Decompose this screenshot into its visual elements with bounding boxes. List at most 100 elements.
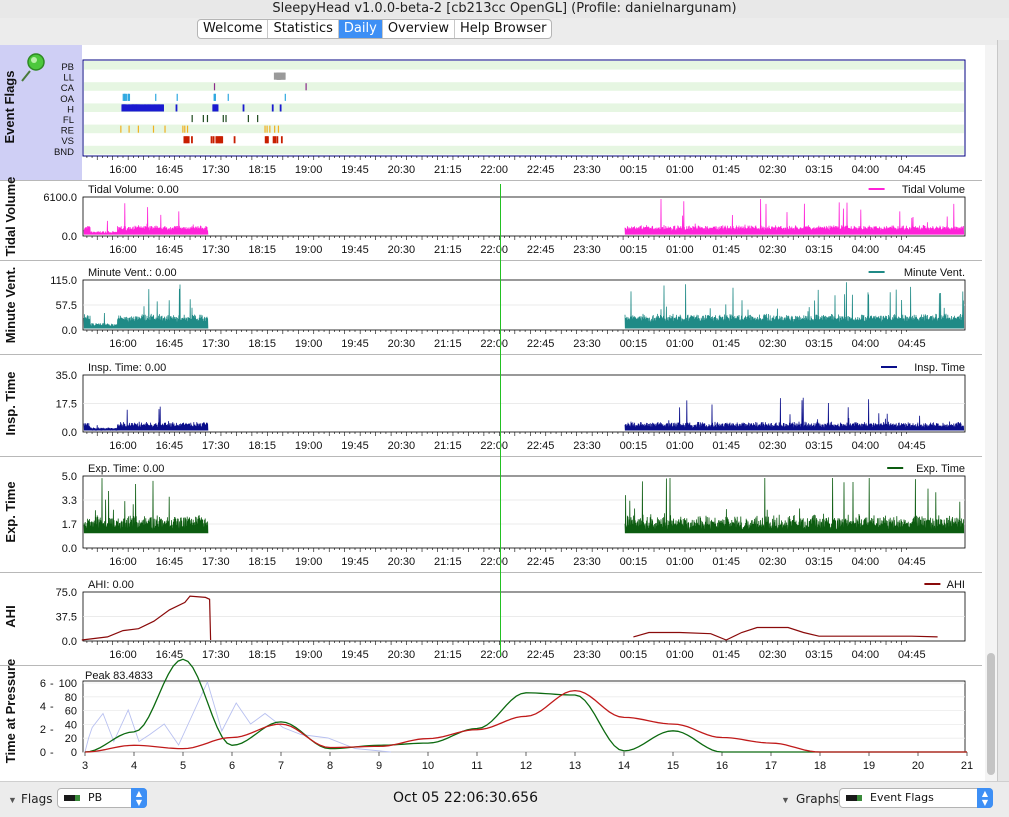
y-tick-label: 0.0 — [62, 543, 77, 555]
time-tick-label: 01:45 — [712, 649, 740, 661]
time-tick-label: 03:15 — [805, 164, 833, 176]
graphs-select[interactable]: Event Flags ▲ ▼ — [839, 788, 993, 808]
time-tick-label: 20:30 — [388, 164, 416, 176]
time-tick-label: 23:30 — [573, 338, 601, 350]
flags-disclosure-icon[interactable]: ▼ — [8, 795, 17, 805]
side-panel-edge[interactable] — [997, 40, 1009, 785]
flag-label-fl: FL — [63, 115, 74, 126]
time-tick-label: 22:00 — [480, 338, 508, 350]
time-tick-label: 18:15 — [248, 164, 276, 176]
graphs-canvas[interactable]: Event Flags PBLLCAOAHFLREVSBND 16:00 16:4… — [0, 45, 985, 781]
event-flag-re — [182, 125, 184, 133]
time-tick-label: 03:15 — [805, 244, 833, 256]
time-tick-label: 04:00 — [852, 440, 880, 452]
event-flag-h — [279, 104, 282, 112]
time-tick-label: 16:45 — [156, 556, 184, 568]
time-tick-label: 22:45 — [527, 338, 555, 350]
flag-row-band — [84, 124, 964, 134]
time-tick-label: 23:30 — [573, 440, 601, 452]
panel-insp: Insp. Time Insp. Time: 0.00 Insp. Time 35.0… — [0, 362, 982, 457]
event-flag-fl — [247, 115, 249, 123]
time-tick-label: 00:15 — [620, 338, 648, 350]
time-tick-label: 16:00 — [109, 164, 137, 176]
time-tick-label: 19:45 — [341, 649, 369, 661]
event-flag-re — [184, 125, 186, 133]
time-tick-label: 04:45 — [898, 556, 926, 568]
y-tick-label: 0.0 — [62, 325, 77, 337]
time-tick-label: 18:15 — [248, 440, 276, 452]
time-tick-label: 03:15 — [805, 649, 833, 661]
time-tick-label: 21:15 — [434, 440, 462, 452]
event-flag-oa — [124, 93, 126, 101]
time-tick-label: 18:15 — [248, 649, 276, 661]
pressure-left-tick: 4 — [40, 701, 46, 713]
pressure-x-tick-label: 11 — [471, 760, 482, 772]
time-tick-label: 00:15 — [620, 556, 648, 568]
event-flag-oa — [125, 93, 127, 101]
time-tick-label: 22:00 — [480, 440, 508, 452]
time-tick-label: 01:00 — [666, 556, 694, 568]
pressure-x-tick-label: 5 — [180, 760, 186, 772]
time-tick-label: 01:00 — [666, 338, 694, 350]
legend-label: Insp. Time — [914, 362, 965, 374]
event-flag-vs — [267, 136, 269, 144]
panel-title: Insp. Time — [3, 371, 18, 435]
pressure-readout: Peak 83.4833 — [85, 670, 153, 682]
panel-exp: Exp. Time Exp. Time: 0.00 Exp. Time 5.0 3.3 1… — [0, 463, 982, 573]
time-tick-label: 19:00 — [295, 244, 323, 256]
tab-help-browser[interactable]: Help Browser — [455, 20, 551, 38]
y-tick-label: 75.0 — [56, 587, 77, 599]
time-tick-label: 22:00 — [480, 164, 508, 176]
time-tick-label: 23:30 — [573, 556, 601, 568]
time-tick-label: 04:45 — [898, 649, 926, 661]
time-tick-label: 16:45 — [156, 338, 184, 350]
tab-daily[interactable]: Daily — [338, 20, 383, 38]
tab-welcome[interactable]: Welcome — [198, 20, 269, 38]
flag-label-h: H — [67, 104, 74, 115]
time-tick-label: 22:00 — [480, 649, 508, 661]
graphs-disclosure-icon[interactable]: ▼ — [781, 795, 790, 805]
graphs-select-value: Event Flags — [870, 791, 934, 804]
scrollbar-thumb[interactable] — [987, 653, 995, 775]
time-tick-label: 17:30 — [202, 338, 230, 350]
event-flag-oa — [214, 93, 216, 101]
legend-label: Exp. Time — [916, 463, 965, 475]
time-tick-label: 04:00 — [852, 649, 880, 661]
vertical-scrollbar[interactable] — [985, 45, 997, 781]
updown-arrows-icon: ▲ ▼ — [131, 788, 147, 808]
y-tick-label: 0.0 — [62, 636, 77, 648]
time-tick-label: 21:15 — [434, 244, 462, 256]
panel-readout: Exp. Time: 0.00 — [88, 463, 164, 475]
event-flag-oa — [155, 93, 157, 101]
event-flag-re — [128, 125, 130, 133]
flag-label-pb: PB — [61, 62, 74, 73]
y-tick-label: 0.0 — [62, 427, 77, 439]
time-tick-label: 20:30 — [388, 440, 416, 452]
pressure-x-tick-label: 13 — [569, 760, 581, 772]
tab-overview[interactable]: Overview — [383, 20, 456, 38]
time-tick-label: 01:45 — [712, 440, 740, 452]
event-flag-h — [162, 104, 164, 112]
current-datetime: Oct 05 22:06:30.656 — [393, 790, 538, 806]
flag-row-band — [84, 145, 964, 155]
time-tick-label: 00:15 — [620, 649, 648, 661]
event-flag-re — [264, 125, 266, 133]
time-tick-label: 21:15 — [434, 164, 462, 176]
time-tick-label: 21:15 — [434, 556, 462, 568]
time-tick-label: 18:15 — [248, 338, 276, 350]
pressure-right-tick: 100 — [59, 678, 77, 690]
flag-label-bnd: BND — [54, 147, 74, 158]
time-tick-label: 02:30 — [759, 440, 787, 452]
y-tick-label: 6100.0 — [43, 192, 77, 204]
event-flag-fl — [225, 115, 227, 123]
time-tick-label: 19:45 — [341, 556, 369, 568]
time-tick-label: 16:45 — [156, 164, 184, 176]
event-flag-ca — [213, 83, 216, 91]
pressure-right-tick: 20 — [65, 733, 77, 745]
flags-select[interactable]: PB ▲ ▼ — [57, 788, 147, 808]
tab-statistics[interactable]: Statistics — [268, 20, 339, 38]
time-tick-label: 04:00 — [852, 556, 880, 568]
updown-arrows-icon: ▲ ▼ — [977, 788, 993, 808]
time-tick-label: 19:45 — [341, 338, 369, 350]
time-tick-label: 01:45 — [712, 244, 740, 256]
